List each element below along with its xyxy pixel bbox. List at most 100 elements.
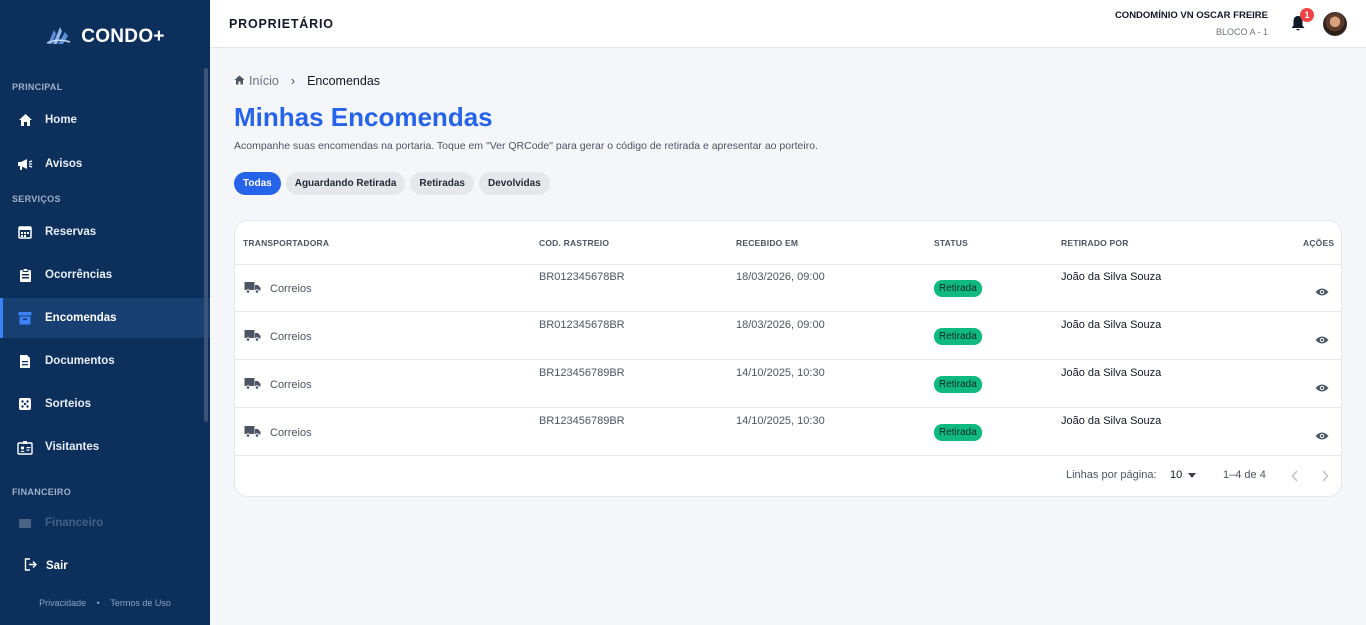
carrier-cell: Correios: [244, 377, 312, 393]
status-badge: Retirada: [934, 280, 982, 297]
rows-per-page-select[interactable]: 10: [1170, 469, 1197, 481]
logout-button[interactable]: Sair: [24, 558, 68, 574]
dice-icon: [16, 395, 34, 413]
sidebar-item-sorteios[interactable]: Sorteios: [0, 384, 210, 424]
view-eye-icon[interactable]: [1315, 380, 1329, 398]
sidebar-item-label: Avisos: [45, 158, 83, 170]
header-carrier[interactable]: TRANSPORTADORA: [243, 238, 329, 248]
condo-name: CONDOMÍNIO VN OSCAR FREIRE: [1114, 10, 1268, 21]
picked-by: João da Silva Souza: [1061, 271, 1162, 283]
sidebar-item-visitantes[interactable]: Visitantes: [0, 427, 210, 467]
next-page-icon[interactable]: [1321, 470, 1329, 485]
sidebar-item-ocorrencias[interactable]: Ocorrências: [0, 255, 210, 295]
section-principal: PRINCIPAL: [12, 82, 63, 92]
page-title: Minhas Encomendas: [234, 102, 493, 132]
table-row[interactable]: Correios BR012345678BR 18/03/2026, 09:00…: [235, 312, 1341, 360]
pagination-range: 1–4 de 4: [1223, 469, 1266, 481]
view-eye-icon[interactable]: [1315, 428, 1329, 446]
clipboard-icon: [16, 266, 34, 284]
app-logo[interactable]: CONDO+: [0, 0, 210, 74]
sidebar-item-documentos[interactable]: Documentos: [0, 341, 210, 381]
carrier-name: Correios: [270, 427, 312, 439]
carrier-cell: Correios: [244, 425, 312, 441]
header-status[interactable]: STATUS: [934, 238, 968, 248]
sidebar-item-financeiro[interactable]: Financeiro: [0, 511, 210, 535]
picked-by: João da Silva Souza: [1061, 367, 1162, 379]
condo-logo-icon: [45, 24, 71, 51]
visitor-badge-icon: [16, 438, 34, 456]
sidebar-scrollbar[interactable]: [204, 68, 208, 422]
condo-unit: BLOCO A - 1: [1215, 27, 1268, 37]
sidebar-item-avisos[interactable]: Avisos: [0, 144, 210, 184]
header-received[interactable]: RECEBIDO EM: [736, 238, 798, 248]
sidebar-item-label: Encomendas: [45, 312, 117, 324]
terms-link[interactable]: Termos de Uso: [110, 598, 171, 608]
packages-table: TRANSPORTADORA COD. RASTREIO RECEBIDO EM…: [234, 220, 1342, 497]
filter-devolvidas[interactable]: Devolvidas: [478, 172, 550, 195]
sidebar-item-label: Visitantes: [45, 441, 100, 453]
carrier-name: Correios: [270, 283, 312, 295]
sidebar-item-reservas[interactable]: Reservas: [0, 212, 210, 252]
table-row[interactable]: Correios BR123456789BR 14/10/2025, 10:30…: [235, 408, 1341, 456]
footer-separator: •: [96, 598, 100, 608]
received-date: 14/10/2025, 10:30: [736, 415, 825, 427]
received-date: 18/03/2026, 09:00: [736, 319, 825, 331]
avatar[interactable]: [1323, 12, 1347, 36]
header-actions: AÇÕES: [1303, 238, 1335, 248]
truck-icon: [244, 281, 261, 297]
breadcrumb-current: Encomendas: [307, 74, 381, 88]
sidebar-footer: Privacidade • Termos de Uso: [0, 598, 210, 608]
truck-icon: [244, 377, 261, 393]
rows-per-page-value: 10: [1170, 469, 1183, 481]
table-header: TRANSPORTADORA COD. RASTREIO RECEBIDO EM…: [235, 221, 1341, 265]
calendar-icon: [16, 223, 34, 241]
home-icon: [16, 111, 34, 129]
header-code[interactable]: COD. RASTREIO: [539, 238, 609, 248]
sidebar-item-label: Reservas: [45, 226, 97, 238]
role-title: PROPRIETÁRIO: [229, 17, 334, 31]
carrier-cell: Correios: [244, 329, 312, 345]
sidebar: CONDO+ PRINCIPAL Home Avisos SERVIÇOS Re…: [0, 0, 210, 625]
tracking-code: BR012345678BR: [539, 271, 625, 283]
sidebar-item-label: Documentos: [45, 355, 115, 367]
view-eye-icon[interactable]: [1315, 332, 1329, 350]
truck-icon: [244, 329, 261, 345]
privacy-link[interactable]: Privacidade: [39, 598, 86, 608]
finance-icon: [16, 514, 34, 532]
sidebar-item-label: Sorteios: [45, 398, 92, 410]
filter-retiradas[interactable]: Retiradas: [410, 172, 474, 195]
filter-aguardando-retirada[interactable]: Aguardando Retirada: [285, 172, 406, 195]
breadcrumb-home[interactable]: Início: [234, 74, 279, 88]
sidebar-item-label: Ocorrências: [45, 269, 113, 281]
header-picked-by[interactable]: RETIRADO POR: [1061, 238, 1129, 248]
status-badge: Retirada: [934, 424, 982, 441]
picked-by: João da Silva Souza: [1061, 319, 1162, 331]
picked-by: João da Silva Souza: [1061, 415, 1162, 427]
truck-icon: [244, 425, 261, 441]
filter-todas[interactable]: Todas: [234, 172, 281, 195]
received-date: 18/03/2026, 09:00: [736, 271, 825, 283]
carrier-name: Correios: [270, 379, 312, 391]
chevron-down-icon: [1188, 469, 1197, 481]
status-badge: Retirada: [934, 328, 982, 345]
megaphone-icon: [16, 155, 34, 173]
section-financeiro: FINANCEIRO: [12, 487, 71, 497]
topbar: PROPRIETÁRIO CONDOMÍNIO VN OSCAR FREIRE …: [210, 0, 1366, 48]
sidebar-item-encomendas[interactable]: Encomendas: [0, 298, 210, 338]
notification-badge: 1: [1300, 8, 1314, 22]
received-date: 14/10/2025, 10:30: [736, 367, 825, 379]
table-row[interactable]: Correios BR012345678BR 18/03/2026, 09:00…: [235, 264, 1341, 312]
table-row[interactable]: Correios BR123456789BR 14/10/2025, 10:30…: [235, 360, 1341, 408]
home-icon: [234, 74, 245, 88]
section-servicos: SERVIÇOS: [12, 194, 61, 204]
rows-per-page-label: Linhas por página:: [1066, 469, 1157, 481]
sidebar-item-home[interactable]: Home: [0, 100, 210, 140]
view-eye-icon[interactable]: [1315, 284, 1329, 302]
status-badge: Retirada: [934, 376, 982, 393]
tracking-code: BR012345678BR: [539, 319, 625, 331]
sidebar-item-label: Home: [45, 114, 77, 126]
breadcrumb-separator: ›: [290, 74, 296, 88]
prev-page-icon[interactable]: [1291, 470, 1299, 485]
carrier-cell: Correios: [244, 281, 312, 297]
carrier-name: Correios: [270, 331, 312, 343]
